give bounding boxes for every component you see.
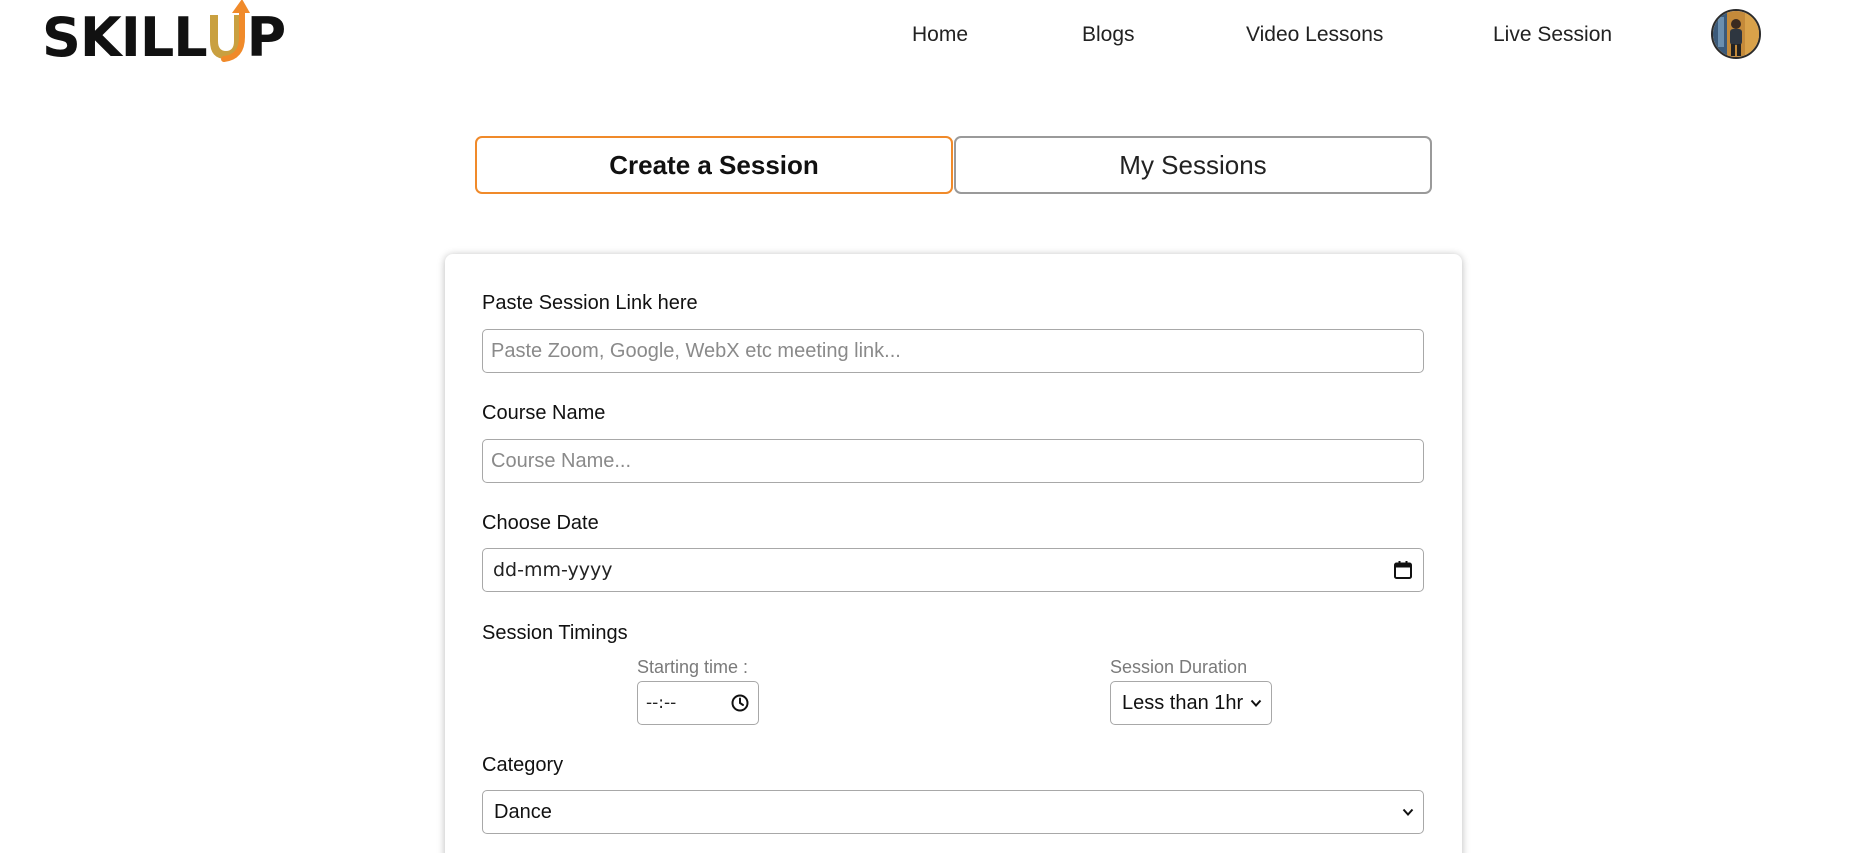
session-link-input[interactable]	[482, 329, 1424, 373]
category-value: Dance	[494, 800, 552, 823]
session-duration-select[interactable]: Less than 1hr	[1110, 681, 1272, 725]
session-duration-label: Session Duration	[1110, 657, 1248, 677]
session-tabs: Create a Session My Sessions	[475, 136, 1432, 194]
nav-blogs-link[interactable]: Blogs	[1082, 18, 1135, 52]
course-name-label: Course Name	[482, 402, 606, 424]
logo-u-arrow-icon	[208, 0, 250, 65]
session-link-label: Paste Session Link here	[482, 292, 698, 314]
date-input-value: dd-mm-yyyy	[493, 559, 613, 581]
calendar-icon[interactable]	[1393, 560, 1413, 580]
clock-icon[interactable]	[730, 693, 750, 713]
choose-date-label: Choose Date	[482, 512, 599, 534]
chevron-down-icon	[1402, 808, 1414, 816]
logo-text-right: P	[246, 6, 287, 69]
logo-text-left: SKILL	[42, 6, 208, 69]
create-session-form-card: Paste Session Link here Course Name Choo…	[445, 254, 1462, 853]
session-timings-label: Session Timings	[482, 622, 628, 644]
user-avatar[interactable]	[1711, 9, 1761, 59]
category-label: Category	[482, 754, 564, 776]
starting-time-value: --:--	[646, 693, 677, 713]
nav-live-session-link[interactable]: Live Session	[1493, 18, 1612, 52]
tab-create-session[interactable]: Create a Session	[475, 136, 953, 194]
nav-video-lessons-link[interactable]: Video Lessons	[1246, 18, 1383, 52]
session-duration-value: Less than 1hr	[1122, 691, 1244, 714]
starting-time-label: Starting time :	[637, 657, 749, 677]
chevron-down-icon	[1250, 699, 1262, 707]
starting-time-input[interactable]: --:--	[637, 681, 759, 725]
skillup-logo[interactable]: SKILL P	[42, 0, 287, 72]
logo-wordmark: SKILL P	[42, 0, 287, 69]
page: SKILL P Home Blogs Video Lessons Live Se…	[0, 0, 1873, 853]
avatar-image	[1713, 11, 1759, 57]
nav-home-link[interactable]: Home	[912, 18, 968, 52]
tab-my-sessions[interactable]: My Sessions	[954, 136, 1432, 194]
date-input[interactable]: dd-mm-yyyy	[482, 548, 1424, 592]
course-name-input[interactable]	[482, 439, 1424, 483]
category-select[interactable]: Dance	[482, 790, 1424, 834]
